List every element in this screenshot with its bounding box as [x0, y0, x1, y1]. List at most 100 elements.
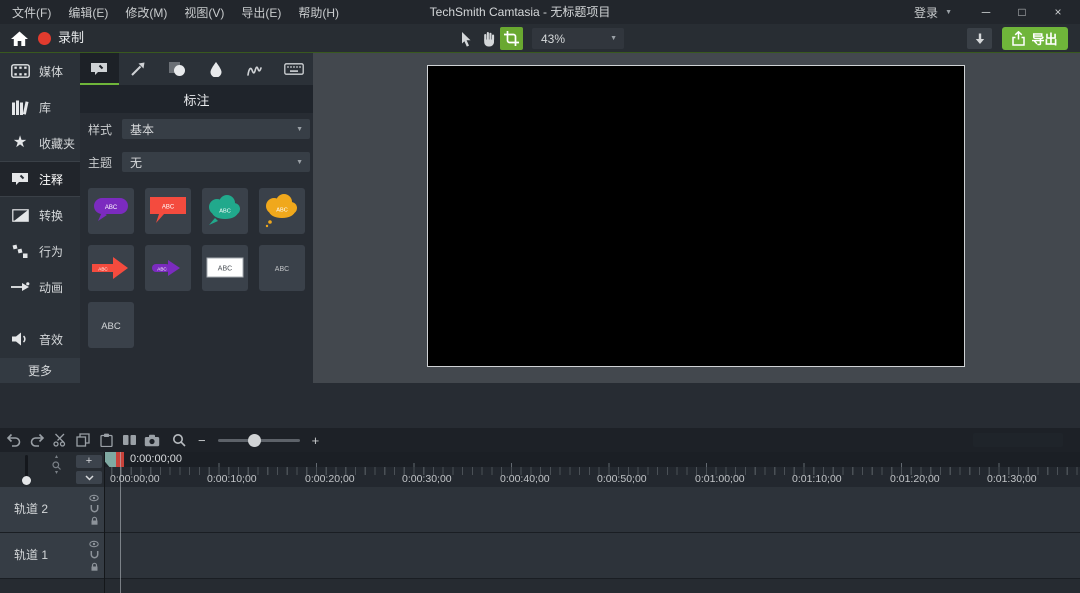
record-button[interactable]: 录制 [58, 24, 84, 52]
callout-rect-speech-bubble[interactable]: ABC [145, 188, 191, 234]
undo-button[interactable] [6, 428, 22, 452]
cursor-tool-button[interactable] [454, 27, 477, 50]
tab-sketch-motion[interactable] [235, 53, 274, 85]
tab-callouts[interactable] [80, 53, 119, 85]
theme-label: 主题 [88, 155, 113, 170]
track-lane-2[interactable] [105, 487, 1080, 532]
canvas-zoom-select[interactable]: 43% ▼ [532, 28, 624, 49]
redo-button[interactable] [29, 428, 45, 452]
magnifier-icon [173, 434, 186, 447]
magnet-icon[interactable] [90, 550, 99, 559]
lock-icon[interactable] [90, 562, 99, 571]
ruler-label: 0:00:10;00 [207, 473, 257, 485]
sidebar-item-media[interactable]: 媒体 [0, 53, 80, 89]
svg-text:ABC: ABC [101, 321, 121, 332]
close-button[interactable]: × [1040, 0, 1076, 24]
paste-button[interactable] [98, 428, 114, 452]
preview-canvas[interactable] [427, 65, 965, 367]
camtasia-window: 文件(F) 编辑(E) 修改(M) 视图(V) 导出(E) 帮助(H) Tech… [0, 0, 1080, 593]
arrow-tab-icon [131, 62, 145, 76]
menu-help[interactable]: 帮助(H) [298, 4, 339, 21]
sidebar-item-annotations[interactable]: 注释 [0, 161, 80, 197]
timeline-zoom-slider-handle[interactable] [247, 433, 261, 447]
sidebar-item-audio-effects[interactable]: 音效 [0, 321, 80, 357]
ruler-label: 0:01:10;00 [792, 473, 842, 485]
star-icon: ★ [12, 134, 28, 151]
playhead-line[interactable] [120, 452, 121, 593]
timeline-zoom-slider[interactable] [217, 433, 300, 447]
sidebar-item-animations[interactable]: 动画 [0, 269, 80, 305]
menu-edit[interactable]: 编辑(E) [68, 4, 108, 21]
sidebar-more-button[interactable]: 更多 [0, 358, 80, 383]
callout-cloud[interactable]: ABC [202, 188, 248, 234]
track-height-slider-handle[interactable] [22, 476, 31, 485]
split-button[interactable] [121, 428, 137, 452]
menu-modify[interactable]: 修改(M) [125, 4, 167, 21]
cut-button[interactable] [52, 428, 68, 452]
tab-shapes[interactable] [158, 53, 197, 85]
timeline-horizontal-scrollbar[interactable] [973, 433, 1063, 447]
main-toolbar: 录制 43% ▼ 导出 [0, 24, 1080, 53]
lock-icon[interactable] [90, 516, 99, 525]
visibility-icon[interactable] [89, 494, 99, 501]
sidebar-label: 库 [39, 100, 52, 115]
track-lane-1[interactable] [105, 533, 1080, 578]
callout-rounded-arrow[interactable]: ABC [145, 245, 191, 291]
home-button[interactable] [9, 30, 29, 47]
svg-text:ABC: ABC [162, 205, 175, 211]
callout-rounded-speech-bubble[interactable]: ABC [88, 188, 134, 234]
sidebar-item-library[interactable]: 库 [0, 89, 80, 125]
maximize-button[interactable]: □ [1004, 0, 1040, 24]
tab-arrows[interactable] [119, 53, 158, 85]
menu-file[interactable]: 文件(F) [12, 4, 51, 21]
tab-blur[interactable] [196, 53, 235, 85]
track-toggles [89, 494, 99, 525]
minimize-button[interactable]: ─ [968, 0, 1004, 24]
crop-tool-button[interactable] [500, 27, 523, 50]
crop-icon [504, 31, 519, 46]
callout-tab-icon [91, 63, 108, 75]
playback-bar: 00:00 / 00:00 30 fps ⚙ 属性 [0, 383, 1080, 428]
sidebar-item-transitions[interactable]: 转换 [0, 197, 80, 233]
sidebar-item-behaviors[interactable]: 行为 [0, 233, 80, 269]
style-select[interactable]: 基本 ▼ [122, 119, 310, 139]
add-track-button[interactable]: + [76, 455, 102, 468]
pan-tool-button[interactable] [477, 27, 500, 50]
download-button[interactable] [967, 28, 992, 49]
active-tab-underline [80, 83, 119, 85]
menu-view[interactable]: 视图(V) [184, 4, 224, 21]
login-button[interactable]: 登录 ▼ [914, 4, 952, 21]
callout-arrow[interactable]: ABC [88, 245, 134, 291]
track-header-1[interactable]: 轨道 1 [0, 533, 104, 578]
menu-bar: 文件(F) 编辑(E) 修改(M) 视图(V) 导出(E) 帮助(H) [12, 0, 339, 24]
tab-keystrokes[interactable] [274, 53, 313, 85]
menu-export[interactable]: 导出(E) [241, 4, 281, 21]
theme-row: 主题 无 ▼ [88, 152, 310, 172]
style-value: 基本 [130, 122, 155, 137]
sidebar-item-favorites[interactable]: ★ 收藏夹 [0, 125, 80, 161]
track-header-2[interactable]: 轨道 2 [0, 487, 104, 532]
callout-text-plain[interactable]: ABC [88, 302, 134, 348]
track-name: 轨道 1 [14, 548, 49, 562]
screenshot-button[interactable] [144, 428, 160, 452]
timeline-ruler[interactable]: 0:00:00;00 0:00:10;00 0:00:20;00 0:00:30… [105, 452, 1080, 487]
zoom-in-button[interactable]: + [312, 433, 320, 448]
caret-down-icon: ▼ [296, 125, 303, 133]
style-row: 样式 基本 ▼ [88, 119, 310, 139]
export-label: 导出 [1031, 32, 1058, 47]
export-button[interactable]: 导出 [1002, 27, 1068, 50]
zoom-out-button[interactable]: − [198, 433, 206, 448]
magnet-icon[interactable] [90, 504, 99, 513]
callout-text-box[interactable]: ABC [202, 245, 248, 291]
speaker-icon [10, 332, 30, 346]
svg-text:ABC: ABC [157, 267, 167, 272]
theme-select[interactable]: 无 ▼ [122, 152, 310, 172]
copy-button[interactable] [75, 428, 91, 452]
visibility-icon[interactable] [89, 540, 99, 547]
split-icon [122, 435, 136, 445]
timeline-bottom-strip [0, 579, 1080, 593]
callout-text-subtle[interactable]: ABC [259, 245, 305, 291]
collapse-tracks-button[interactable] [76, 471, 102, 484]
callout-thought-cloud[interactable]: ABC [259, 188, 305, 234]
